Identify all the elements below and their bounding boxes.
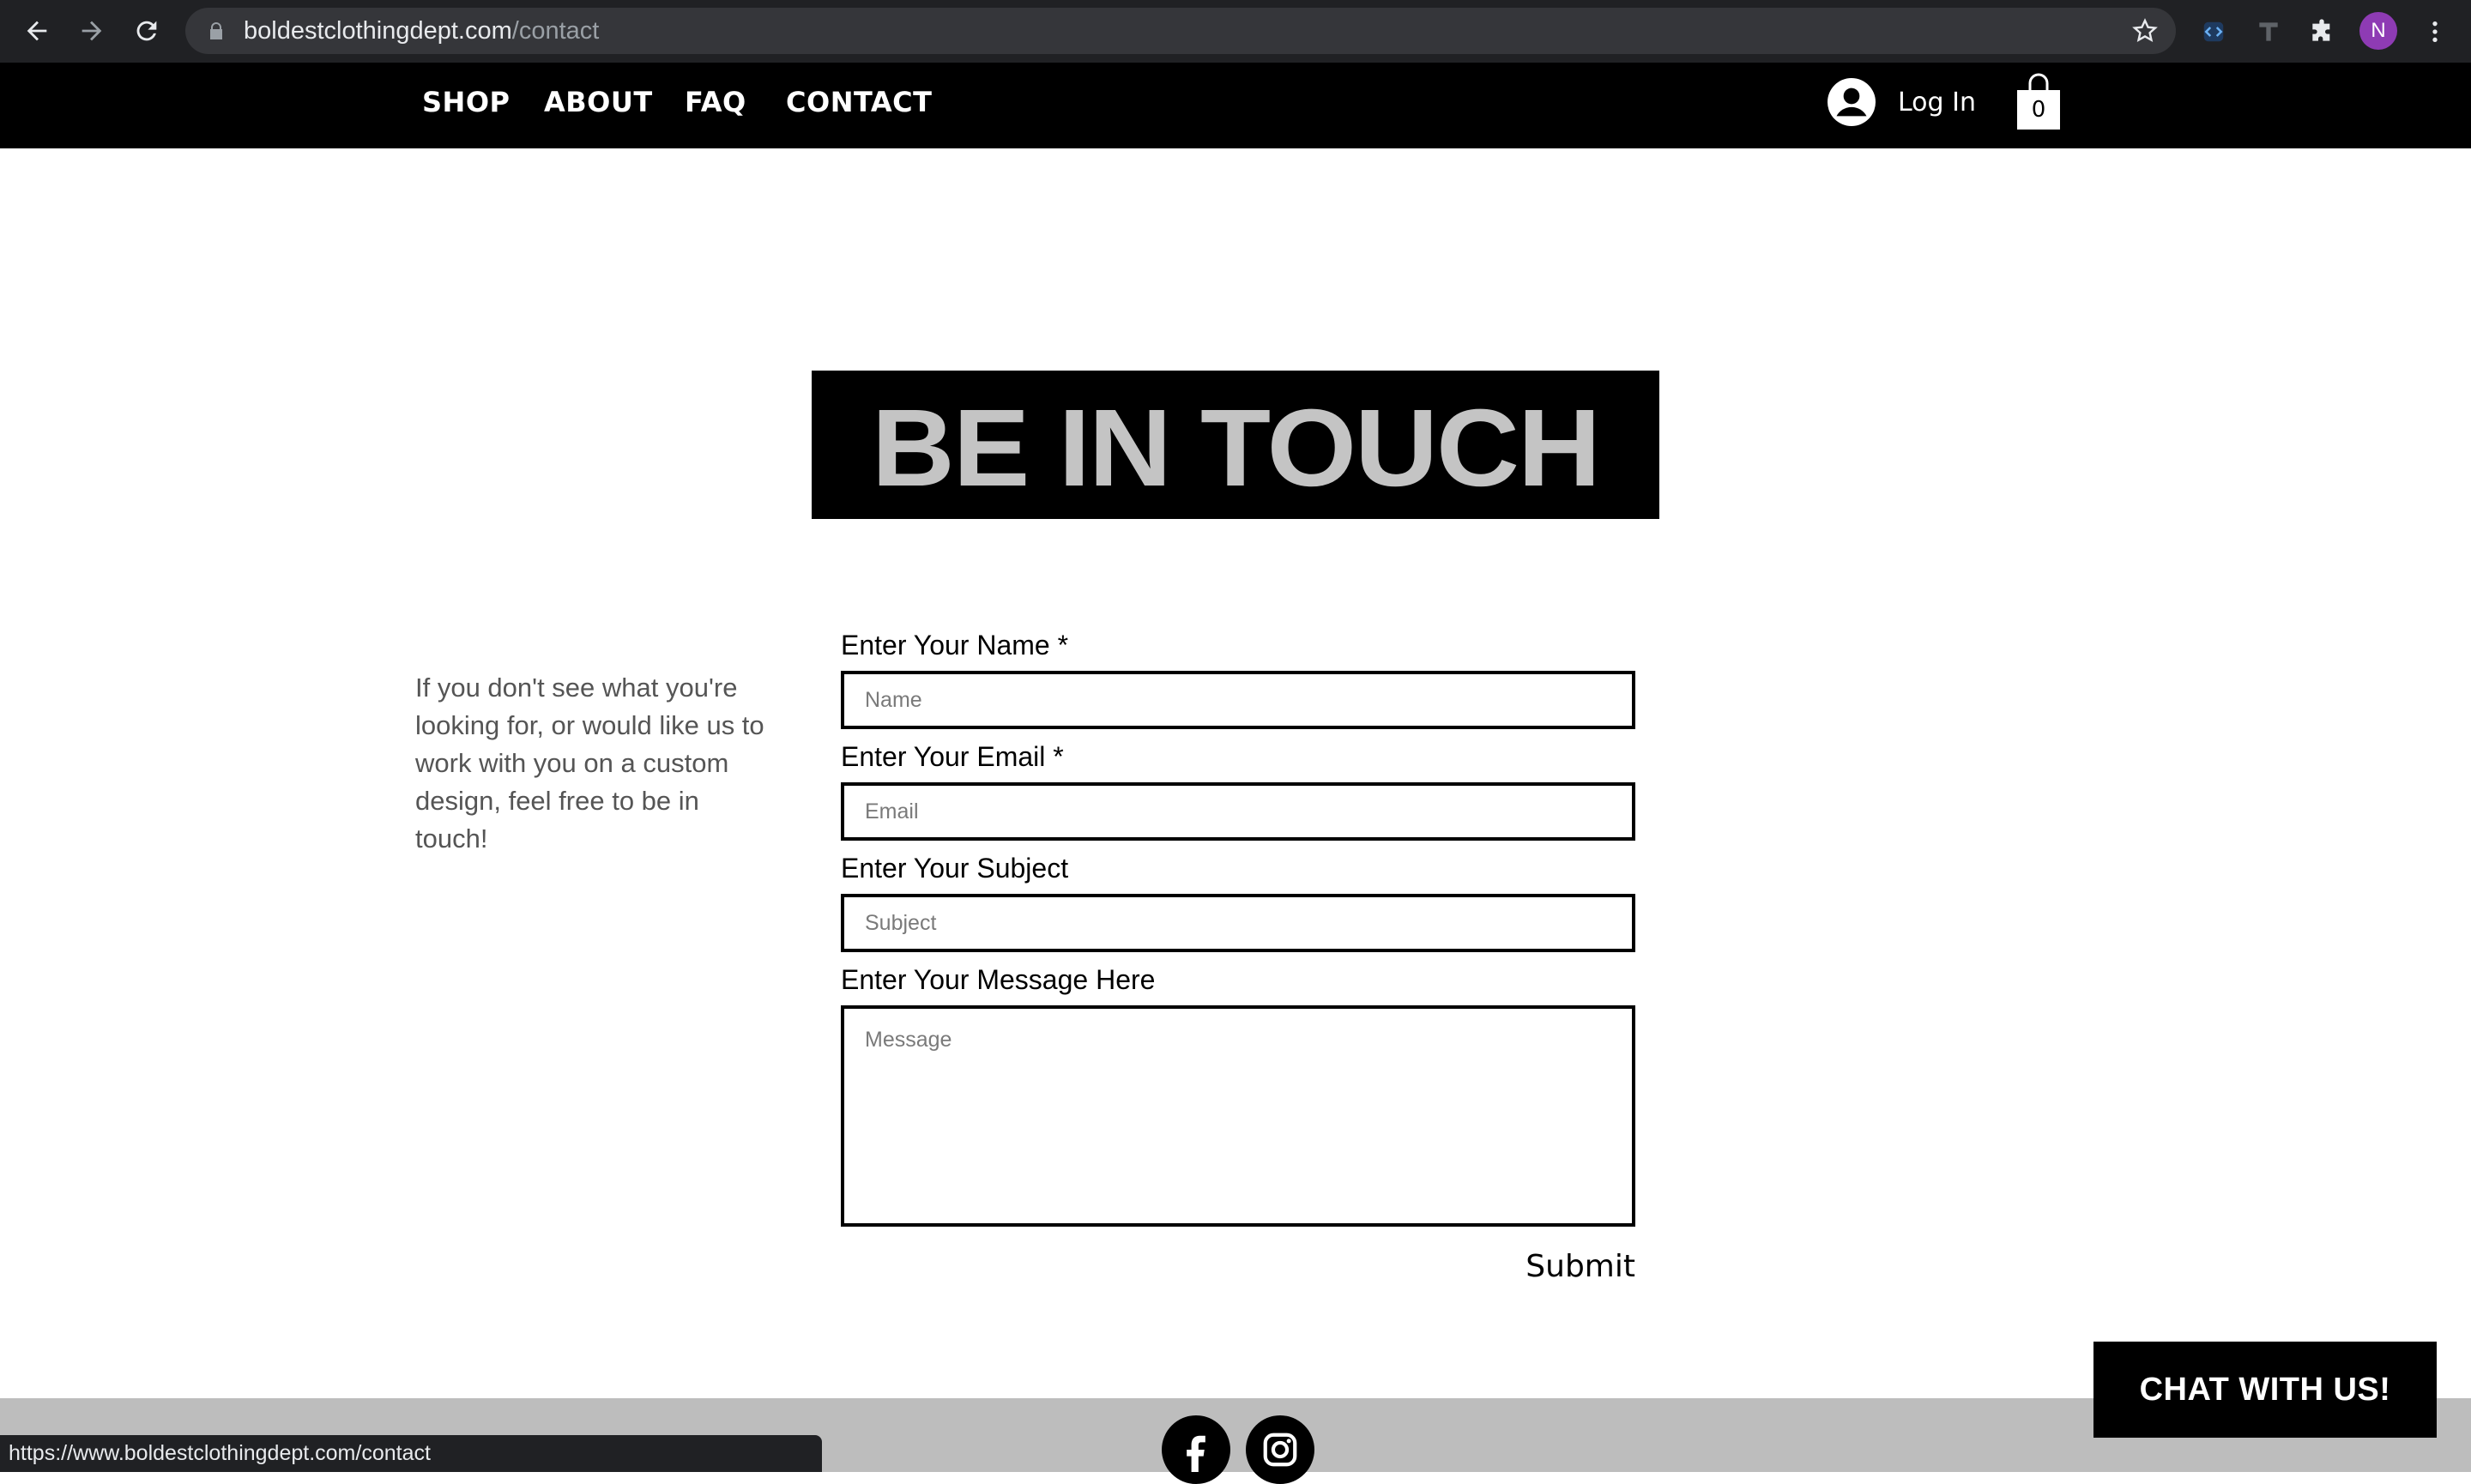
cart-button[interactable]: 0: [2015, 71, 2063, 133]
back-arrow-icon[interactable]: [17, 11, 57, 51]
nav-faq[interactable]: FAQ: [685, 63, 746, 148]
nav-contact[interactable]: CONTACT: [786, 63, 932, 148]
name-label: Enter Your Name *: [841, 630, 1069, 661]
contact-banner: BE IN TOUCH: [812, 371, 1659, 519]
login-label: Log In: [1898, 87, 1976, 118]
page-title: BE IN TOUCH: [871, 387, 1601, 510]
email-field[interactable]: [841, 782, 1635, 841]
browser-toolbar: boldestclothingdept.com/contact N: [0, 0, 2471, 63]
address-bar[interactable]: boldestclothingdept.com/contact: [185, 8, 2176, 54]
status-bar-url: https://www.boldestclothingdept.com/cont…: [0, 1435, 822, 1472]
message-field[interactable]: [841, 1005, 1635, 1227]
user-avatar-icon: [1828, 78, 1876, 126]
facebook-icon[interactable]: [1162, 1415, 1230, 1484]
url-path: /contact: [511, 17, 600, 45]
nav-shop[interactable]: SHOP: [422, 63, 510, 148]
message-label: Enter Your Message Here: [841, 964, 1156, 995]
submit-button[interactable]: Submit: [1510, 1242, 1635, 1290]
name-field[interactable]: [841, 671, 1635, 729]
intro-text: If you don't see what you're looking for…: [415, 673, 764, 854]
cart-count: 0: [2031, 97, 2046, 123]
url-host: boldestclothingdept.com: [244, 17, 512, 45]
lock-icon: [210, 22, 222, 39]
email-label: Enter Your Email *: [841, 741, 1064, 772]
nav-about[interactable]: ABOUT: [544, 63, 653, 148]
subject-label: Enter Your Subject: [841, 853, 1069, 884]
profile-avatar[interactable]: N: [2359, 12, 2397, 50]
puzzle-icon[interactable]: [2305, 15, 2339, 49]
subject-field[interactable]: [841, 894, 1635, 952]
reload-icon[interactable]: [127, 11, 166, 51]
login-button[interactable]: Log In: [1828, 78, 1976, 126]
chat-button[interactable]: CHAT WITH US!: [2093, 1342, 2437, 1438]
instagram-icon[interactable]: [1246, 1415, 1314, 1484]
site-header: SHOP ABOUT FAQ CONTACT Log In 0: [0, 63, 2471, 148]
menu-dots-icon[interactable]: [2418, 15, 2452, 49]
extension-icon[interactable]: [2196, 15, 2231, 49]
forward-arrow-icon[interactable]: [72, 11, 112, 51]
extension-icon[interactable]: [2251, 15, 2286, 49]
star-icon[interactable]: [2131, 17, 2159, 45]
url-text: boldestclothingdept.com/contact: [244, 8, 599, 54]
